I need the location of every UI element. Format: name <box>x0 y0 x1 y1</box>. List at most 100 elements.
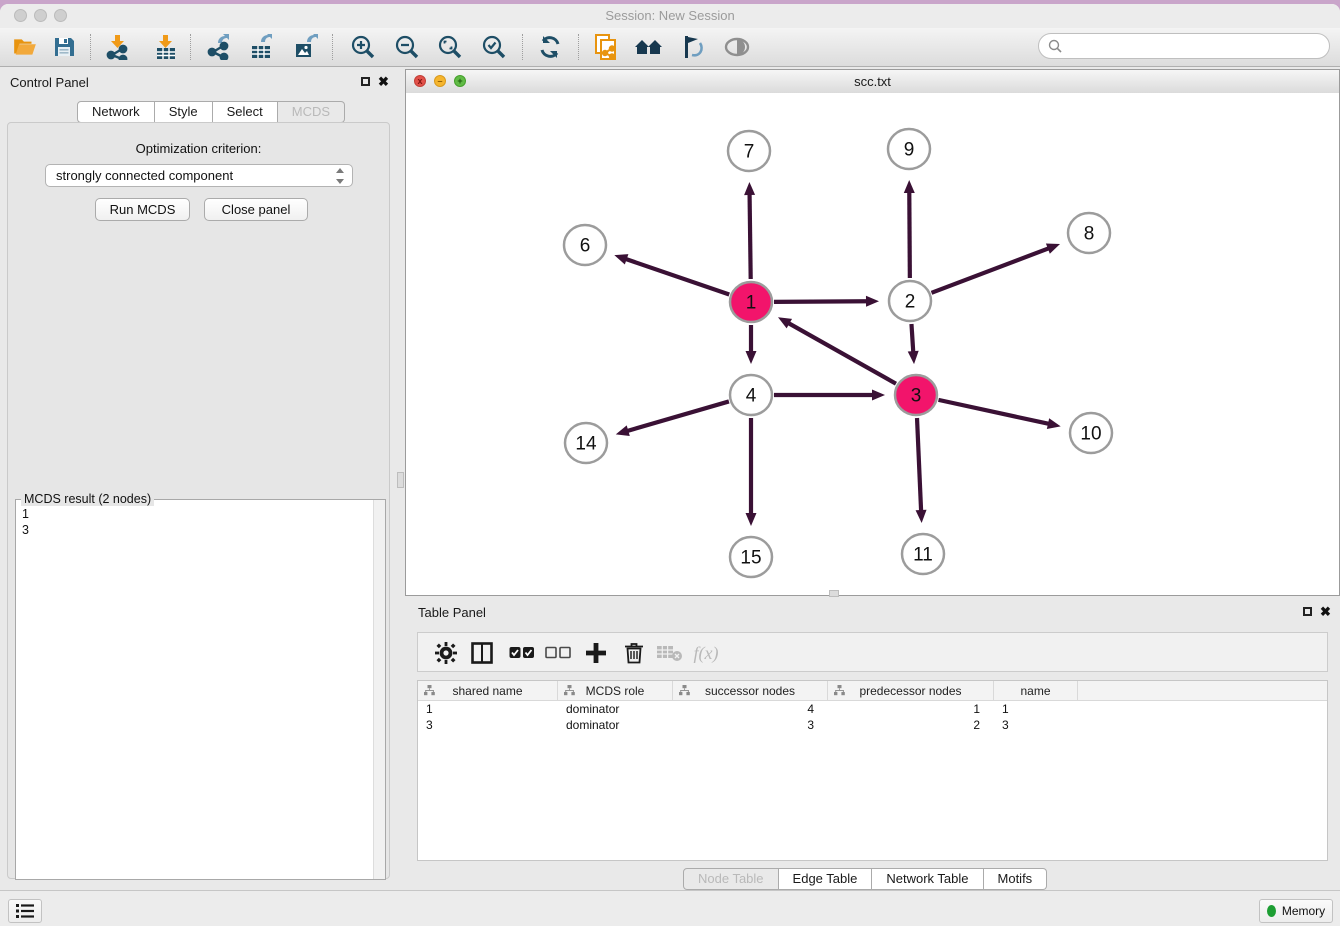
cell-name: 1 <box>994 701 1078 717</box>
table-panel-title: Table Panel <box>418 605 486 620</box>
edge-3-11[interactable] <box>917 418 921 512</box>
edge-1-6[interactable] <box>625 259 730 295</box>
mcds-result-text[interactable]: 1 3 <box>16 502 374 879</box>
table-splitter-handle[interactable] <box>829 590 839 597</box>
network-canvas[interactable]: 1234678910111415 <box>406 93 1339 595</box>
zoom-in-icon[interactable] <box>344 31 382 63</box>
node-label-3: 3 <box>911 386 922 407</box>
export-network-icon[interactable] <box>200 31 238 63</box>
cell-MCDS-role: dominator <box>558 701 673 717</box>
list-icon <box>16 904 34 918</box>
columns-icon[interactable] <box>466 637 498 669</box>
delete-icon[interactable] <box>618 637 650 669</box>
arrowhead-icon <box>908 351 919 364</box>
cell-shared-name: 3 <box>418 717 558 733</box>
apply-layout-icon[interactable] <box>531 31 569 63</box>
table-float-icon[interactable] <box>1303 607 1312 616</box>
select-all-icon[interactable] <box>506 637 538 669</box>
criterion-dropdown[interactable]: strongly connected component <box>45 164 353 187</box>
edge-3-1[interactable] <box>788 323 896 384</box>
search-box[interactable] <box>1038 33 1330 59</box>
edge-2-3[interactable] <box>911 324 913 353</box>
arrowhead-icon <box>746 513 757 526</box>
table-toolbar: f(x) <box>417 632 1328 672</box>
zoom-out-icon[interactable] <box>388 31 426 63</box>
export-image-icon[interactable] <box>287 31 325 63</box>
cell-name: 3 <box>994 717 1078 733</box>
cell-predecessor-nodes: 2 <box>828 717 994 733</box>
panel-splitter-handle[interactable] <box>397 472 404 488</box>
network-view-window: x – + scc.txt 1234678910111415 <box>405 69 1340 596</box>
control-panel: Control Panel ✖ NetworkStyleSelectMCDS O… <box>0 69 397 886</box>
mcds-result-group: MCDS result (2 nodes) 1 3 <box>15 499 386 880</box>
edge-1-2[interactable] <box>774 301 868 302</box>
arrowhead-icon <box>744 182 755 195</box>
column-header-predecessor-nodes[interactable]: predecessor nodes <box>828 681 994 700</box>
node-label-15: 15 <box>740 548 761 569</box>
column-header-MCDS-role[interactable]: MCDS role <box>558 681 673 700</box>
table-row[interactable]: 3dominator323 <box>418 717 1327 733</box>
save-icon[interactable] <box>45 31 83 63</box>
edge-1-7[interactable] <box>750 193 751 279</box>
node-label-14: 14 <box>575 434 597 455</box>
close-panel-button[interactable]: Close panel <box>204 198 308 221</box>
tab-network[interactable]: Network <box>77 101 155 123</box>
column-header-name[interactable]: name <box>994 681 1078 700</box>
import-network-icon[interactable] <box>99 31 137 63</box>
tab-motifs[interactable]: Motifs <box>984 868 1048 890</box>
delete-table-icon[interactable] <box>654 637 686 669</box>
deselect-all-icon[interactable] <box>542 637 574 669</box>
node-table[interactable]: shared nameMCDS rolesuccessor nodesprede… <box>417 680 1328 861</box>
home-network-icon[interactable] <box>630 31 668 63</box>
add-icon[interactable] <box>580 637 612 669</box>
edge-3-10[interactable] <box>938 400 1049 424</box>
edge-4-14[interactable] <box>626 401 729 431</box>
main-toolbar <box>0 28 1340 67</box>
edge-2-9[interactable] <box>909 191 910 278</box>
hide-graphics-icon[interactable] <box>673 31 711 63</box>
table-row[interactable]: 1dominator411 <box>418 701 1327 717</box>
control-panel-title: Control Panel <box>10 75 89 90</box>
table-tabs: Node TableEdge TableNetwork TableMotifs <box>683 868 1047 890</box>
zoom-selected-icon[interactable] <box>475 31 513 63</box>
arrowhead-icon <box>916 510 927 523</box>
tab-select[interactable]: Select <box>213 101 278 123</box>
tab-network-table[interactable]: Network Table <box>872 868 983 890</box>
import-table-icon[interactable] <box>147 31 185 63</box>
result-scrollbar[interactable] <box>373 500 385 879</box>
gear-icon[interactable] <box>430 637 462 669</box>
tab-mcds[interactable]: MCDS <box>278 101 345 123</box>
arrowhead-icon <box>1046 243 1060 253</box>
zoom-fit-icon[interactable] <box>431 31 469 63</box>
table-header-row: shared nameMCDS rolesuccessor nodesprede… <box>418 681 1327 701</box>
network-window-title: scc.txt <box>406 74 1339 89</box>
node-label-1: 1 <box>746 293 757 314</box>
network-window-titlebar: x – + scc.txt <box>406 70 1339 94</box>
tab-node-table[interactable]: Node Table <box>683 868 779 890</box>
column-header-successor-nodes[interactable]: successor nodes <box>673 681 828 700</box>
node-label-4: 4 <box>746 386 757 407</box>
search-input[interactable] <box>1067 38 1329 55</box>
float-panel-icon[interactable] <box>361 77 370 86</box>
run-mcds-button[interactable]: Run MCDS <box>95 198 190 221</box>
column-header-shared-name[interactable]: shared name <box>418 681 558 700</box>
copy-network-icon[interactable] <box>587 31 625 63</box>
optimization-criterion-label: Optimization criterion: <box>8 141 389 156</box>
show-graphics-icon[interactable] <box>718 31 756 63</box>
arrowhead-icon <box>866 296 879 307</box>
arrowhead-icon <box>616 425 630 436</box>
open-folder-icon[interactable] <box>6 31 44 63</box>
tab-edge-table[interactable]: Edge Table <box>779 868 873 890</box>
edge-2-8[interactable] <box>932 248 1050 293</box>
export-table-icon[interactable] <box>243 31 281 63</box>
network-graph[interactable]: 1234678910111415 <box>406 93 1339 595</box>
node-label-9: 9 <box>904 140 915 161</box>
memory-status-icon <box>1267 905 1276 917</box>
node-label-8: 8 <box>1084 224 1095 245</box>
table-close-icon[interactable]: ✖ <box>1320 604 1331 619</box>
close-panel-icon[interactable]: ✖ <box>378 74 389 89</box>
memory-button[interactable]: Memory <box>1259 899 1333 923</box>
table-body: 1dominator4113dominator323 <box>418 701 1327 733</box>
task-history-button[interactable] <box>8 899 42 923</box>
tab-style[interactable]: Style <box>155 101 213 123</box>
